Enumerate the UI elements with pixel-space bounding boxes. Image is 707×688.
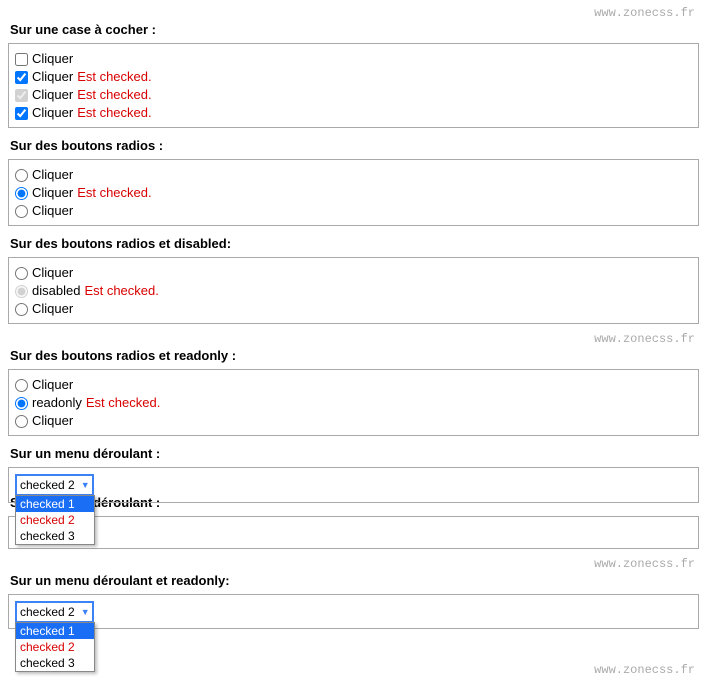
select-option[interactable]: checked 2 — [16, 639, 94, 655]
radio-input[interactable] — [15, 397, 28, 410]
checkbox-label[interactable]: Cliquer — [32, 68, 73, 86]
checkbox-input[interactable] — [15, 71, 28, 84]
radio-input[interactable] — [15, 379, 28, 392]
select-option[interactable]: checked 1 — [16, 623, 94, 639]
radio-row: readonlyEst checked. — [15, 394, 692, 412]
watermark: www.zonecss.fr — [8, 6, 695, 20]
radio-label[interactable]: Cliquer — [32, 300, 73, 318]
radio-row: Cliquer — [15, 300, 692, 318]
checkbox-status: Est checked. — [77, 104, 151, 122]
radio-input[interactable] — [15, 303, 28, 316]
select-readonly-open[interactable]: checked 2 ▼ checked 1 checked 2 checked … — [15, 601, 94, 623]
radio-input[interactable] — [15, 169, 28, 182]
radio-row: Cliquer — [15, 412, 692, 430]
checkbox-input[interactable] — [15, 53, 28, 66]
select-head[interactable]: checked 2 ▼ — [15, 601, 94, 623]
checkbox-label[interactable]: Cliquer — [32, 50, 73, 68]
section-title-radio-disabled: Sur des boutons radios et disabled: — [10, 236, 699, 251]
radio-label[interactable]: Cliquer — [32, 166, 73, 184]
select-option[interactable]: checked 1 — [16, 496, 94, 512]
radio-label[interactable]: Cliquer — [32, 412, 73, 430]
radio-input[interactable] — [15, 415, 28, 428]
radio-row: Cliquer — [15, 202, 692, 220]
radio-disabled-box: Cliquer disabledEst checked. Cliquer — [8, 257, 699, 324]
section-title-checkbox: Sur une case à cocher : — [10, 22, 699, 37]
select-selected-text: checked 2 — [20, 478, 75, 492]
select-box: checked 2 ▼ checked 1 checked 2 checked … — [8, 467, 699, 503]
checkbox-input — [15, 89, 28, 102]
radio-label[interactable]: disabled — [32, 282, 80, 300]
radio-label[interactable]: Cliquer — [32, 264, 73, 282]
radio-row: disabledEst checked. — [15, 282, 692, 300]
checkbox-row: Cliquer Est checked. — [15, 86, 692, 104]
chevron-down-icon: ▼ — [81, 480, 90, 490]
section-title-select-readonly: Sur un menu déroulant et readonly: — [10, 573, 699, 588]
checkbox-label[interactable]: Cliquer — [32, 104, 73, 122]
radio-row: CliquerEst checked. — [15, 184, 692, 202]
select-list[interactable]: checked 1 checked 2 checked 3 — [15, 495, 95, 545]
section-title-select: Sur un menu déroulant : — [10, 446, 699, 461]
radio-row: Cliquer — [15, 166, 692, 184]
select-option[interactable]: checked 3 — [16, 655, 94, 671]
radio-label[interactable]: readonly — [32, 394, 82, 412]
radio-input — [15, 285, 28, 298]
radio-label[interactable]: Cliquer — [32, 184, 73, 202]
section-title-radio: Sur des boutons radios : — [10, 138, 699, 153]
select-list[interactable]: checked 1 checked 2 checked 3 — [15, 622, 95, 672]
radio-readonly-box: Cliquer readonlyEst checked. Cliquer — [8, 369, 699, 436]
select-open[interactable]: checked 2 ▼ checked 1 checked 2 checked … — [15, 474, 94, 496]
checkbox-label[interactable]: Cliquer — [32, 86, 73, 104]
checkbox-status: Est checked. — [77, 86, 151, 104]
section-title-radio-readonly: Sur des boutons radios et readonly : — [10, 348, 699, 363]
watermark: www.zonecss.fr — [8, 663, 695, 677]
select-option[interactable]: checked 2 — [16, 512, 94, 528]
radio-input[interactable] — [15, 205, 28, 218]
checkbox-status: Est checked. — [77, 68, 151, 86]
radio-row: Cliquer — [15, 376, 692, 394]
radio-label[interactable]: Cliquer — [32, 202, 73, 220]
checkbox-row: Cliquer — [15, 50, 692, 68]
select-selected-text: checked 2 — [20, 605, 75, 619]
checkbox-row: Cliquer Est checked. — [15, 104, 692, 122]
radio-box: Cliquer CliquerEst checked. Cliquer — [8, 159, 699, 226]
watermark: www.zonecss.fr — [8, 332, 695, 346]
select-disabled-box: checked 2 ▼ — [8, 516, 699, 549]
checkbox-input[interactable] — [15, 107, 28, 120]
radio-row: Cliquer — [15, 264, 692, 282]
checkbox-row: Cliquer Est checked. — [15, 68, 692, 86]
watermark: www.zonecss.fr — [8, 557, 695, 571]
radio-status: Est checked. — [86, 394, 160, 412]
chevron-down-icon: ▼ — [81, 607, 90, 617]
select-option[interactable]: checked 3 — [16, 528, 94, 544]
select-head[interactable]: checked 2 ▼ — [15, 474, 94, 496]
radio-status: Est checked. — [77, 184, 151, 202]
select-readonly-box: checked 2 ▼ checked 1 checked 2 checked … — [8, 594, 699, 629]
radio-input[interactable] — [15, 187, 28, 200]
checkbox-box: Cliquer Cliquer Est checked. Cliquer Est… — [8, 43, 699, 128]
radio-input[interactable] — [15, 267, 28, 280]
radio-label[interactable]: Cliquer — [32, 376, 73, 394]
radio-status: Est checked. — [84, 282, 158, 300]
